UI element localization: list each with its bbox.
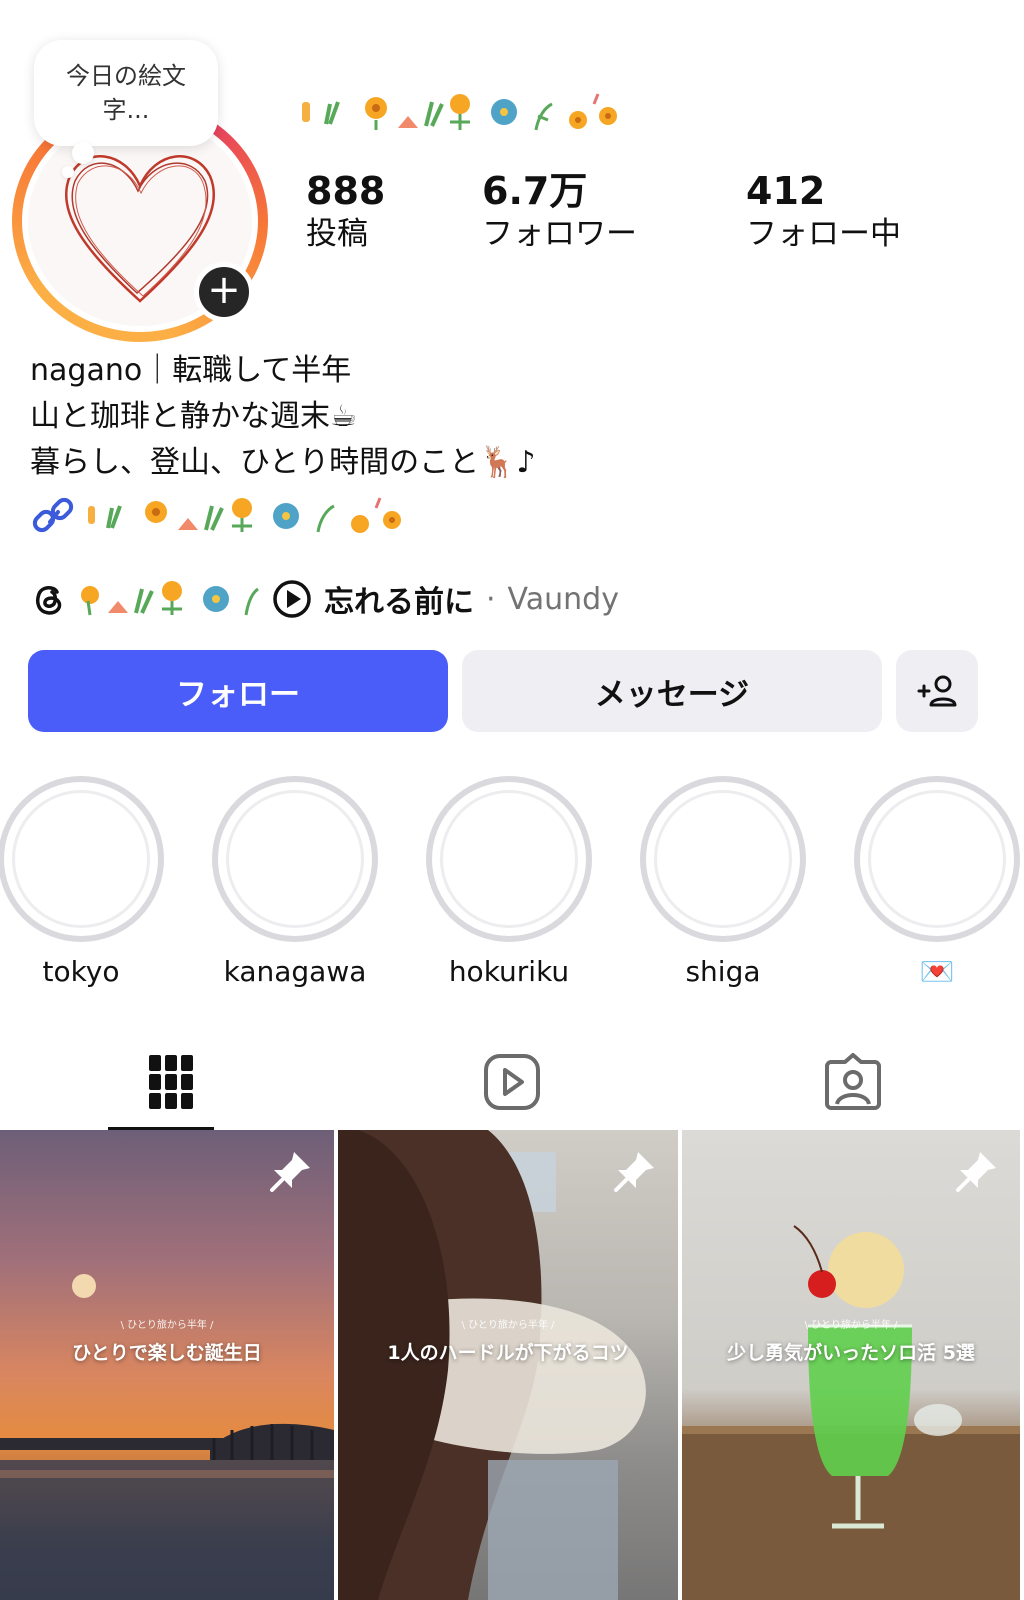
name-emoji-strip (300, 90, 620, 134)
add-person-icon (917, 675, 957, 707)
post-tile[interactable]: \ ひとり旅から半年 / 1人のハードルが下がるコツ (338, 1130, 678, 1600)
bio-link[interactable] (30, 494, 990, 538)
note-bubble[interactable]: 今日の絵文字... (34, 40, 218, 146)
add-story-button[interactable]: + (194, 262, 254, 322)
profile-action-buttons: フォロー メッセージ (28, 650, 978, 732)
tab-reels[interactable] (341, 1034, 682, 1130)
profile-tabs (0, 1034, 1024, 1130)
follow-button[interactable]: フォロー (28, 650, 448, 732)
reels-icon (483, 1054, 540, 1110)
tab-tagged[interactable] (682, 1034, 1023, 1130)
woman-hair-photo (338, 1130, 646, 1600)
message-button[interactable]: メッセージ (462, 650, 882, 732)
pin-icon (614, 1152, 654, 1192)
threads-icon (36, 586, 62, 615)
highlight-tokyo[interactable]: tokyo (0, 776, 164, 990)
flower-emoji-icon (302, 93, 617, 131)
highlight-label: hokuriku (448, 955, 570, 988)
stat-followers-count: 6.7万 (482, 169, 588, 213)
stat-followers-label: フォロワー (482, 216, 637, 252)
stat-posts-count: 888 (306, 169, 386, 213)
stat-following[interactable]: 412 フォロー中 (746, 168, 946, 254)
stat-posts-label: 投稿 (306, 216, 368, 252)
link-icon (32, 497, 74, 533)
highlight-hokuriku[interactable]: hokuriku (426, 776, 592, 990)
highlight-label: kanagawa (223, 955, 367, 988)
note-bubble-tail (72, 142, 94, 164)
sunset-photo (0, 1274, 334, 1600)
note-text: 今日の絵文字... (66, 62, 186, 124)
play-circle-icon[interactable] (272, 579, 312, 619)
music-title: 忘れる前に (324, 585, 474, 620)
flower-emoji-icon (81, 581, 259, 616)
profile-bio: nagano｜転職して半年 山と珈琲と静かな週末☕ 暮らし、登山、ひとり時間のこ… (30, 348, 990, 538)
highlight-label: tokyo (42, 955, 120, 988)
flower-emoji-icon (88, 497, 401, 533)
bio-line-3: 暮らし、登山、ひとり時間のこと🦌♪ (30, 445, 536, 480)
post-subtitle: \ ひとり旅から半年 / (804, 1320, 898, 1331)
stat-followers[interactable]: 6.7万 フォロワー (482, 168, 746, 254)
post-title: 少し勇気がいったソロ活 5選 (727, 1342, 975, 1364)
post-tile[interactable]: \ ひとり旅から半年 / 少し勇気がいったソロ活 5選 (682, 1130, 1020, 1600)
profile-stats: 888 投稿 6.7万 フォロワー 412 フォロー中 (306, 168, 946, 254)
post-title: ひとりで楽しむ誕生日 (72, 1342, 262, 1364)
tagged-icon (824, 1053, 881, 1110)
post-subtitle: \ ひとり旅から半年 / (461, 1320, 555, 1331)
posts-grid: \ ひとり旅から半年 / ひとりで楽しむ誕生日 \ ひとり旅から半年 / 1人の… (0, 1130, 1024, 1600)
pin-icon (956, 1152, 996, 1192)
highlight-label: shiga (685, 955, 761, 988)
highlight-letter[interactable]: 💌 (854, 776, 1020, 990)
highlight-label: 💌 (919, 955, 955, 988)
bio-line-2: 山と珈琲と静かな週末☕ (30, 399, 357, 434)
stat-posts[interactable]: 888 投稿 (306, 168, 482, 254)
music-artist: Vaundy (507, 581, 619, 617)
highlight-kanagawa[interactable]: kanagawa (212, 776, 378, 990)
stat-following-count: 412 (746, 169, 826, 213)
grid-icon (148, 1055, 193, 1109)
tab-posts-grid[interactable] (0, 1034, 341, 1130)
note-bubble-tail-small (62, 166, 74, 178)
pin-icon (270, 1152, 310, 1192)
cream-soda-photo (682, 1225, 1020, 1600)
stat-following-label: フォロー中 (746, 216, 901, 252)
music-separator: · (486, 581, 496, 617)
suggest-people-button[interactable] (896, 650, 978, 732)
threads-music-row[interactable]: 忘れる前に · Vaundy (30, 574, 619, 624)
post-title: 1人のハードルが下がるコツ (387, 1342, 629, 1364)
post-tile[interactable]: \ ひとり旅から半年 / ひとりで楽しむ誕生日 (0, 1130, 334, 1600)
bio-line-name: nagano｜転職して半年 (30, 353, 352, 388)
highlight-shiga[interactable]: shiga (640, 776, 806, 990)
post-subtitle: \ ひとり旅から半年 / (120, 1320, 214, 1331)
story-highlights: tokyo kanagawa hokuriku shiga 💌 (0, 776, 1024, 996)
